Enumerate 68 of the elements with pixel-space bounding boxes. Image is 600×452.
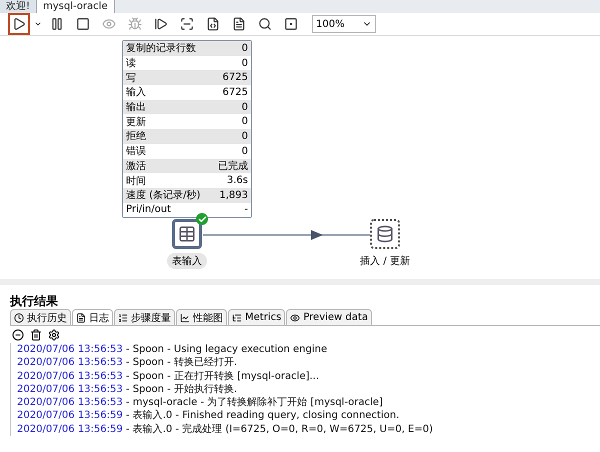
table-icon	[178, 225, 196, 243]
metric-value: 0	[242, 58, 248, 69]
document-icon	[76, 312, 86, 322]
metric-value: 0	[242, 116, 248, 128]
metric-value: 1,893	[219, 190, 248, 201]
step-icon	[154, 17, 168, 31]
caret-icon[interactable]	[34, 20, 42, 28]
metric-label: Pri/in/out	[126, 204, 171, 216]
run-button[interactable]	[8, 13, 30, 35]
play-icon	[12, 17, 26, 31]
results-tab[interactable]: 执行历史	[10, 309, 71, 325]
scan-icon	[180, 17, 194, 31]
metric-value: -	[244, 204, 248, 216]
step-node[interactable]	[172, 219, 202, 249]
editor-tab[interactable]: mysql-oracle	[37, 0, 115, 13]
log-line: 2020/07/06 13:56:53 - Spoon - Using legacy execution engine	[17, 343, 328, 356]
metric-label: 输入	[126, 86, 146, 100]
log-line: 2020/07/06 13:56:53 - Spoon - 开始执行转换.	[17, 382, 238, 396]
results-tab[interactable]: 日志	[72, 309, 113, 325]
pause-icon	[50, 17, 64, 31]
metric-label: 输出	[126, 100, 146, 114]
metric-label: 拒绝	[126, 130, 146, 144]
log-line: 2020/07/06 13:56:53 - Spoon - 转换已经打开.	[17, 356, 238, 370]
document-icon	[232, 17, 246, 31]
metric-label: 时间	[126, 174, 146, 188]
metric-label: 错误	[126, 145, 146, 158]
zoom-select[interactable]: 100%	[312, 15, 376, 33]
metric-value: 3.6s	[226, 175, 248, 186]
results-tab[interactable]: 性能图	[176, 309, 227, 325]
database-icon	[376, 225, 394, 243]
eye-icon	[290, 312, 300, 322]
bug-icon	[128, 17, 142, 31]
metric-value: 0	[242, 130, 248, 142]
metric-label: 速度 (条记录/秒)	[126, 188, 200, 202]
step-label: 表输入	[167, 253, 207, 269]
metric-label: 写	[126, 72, 136, 85]
log-line: 2020/07/06 13:56:59 - 表输入.0 - Finished reading query, closing connection.	[17, 409, 400, 423]
log-line: 2020/07/06 13:56:53 - Spoon - 正在打开转换 [mysql-oracle]...	[17, 370, 320, 383]
log-line: 2020/07/06 13:56:59 - 表输入.0 - 完成处理 (I=6725, O=0, R=0, W=6725, U=0, E=0)	[17, 422, 434, 436]
metric-value: 0	[242, 102, 248, 113]
settings-icon[interactable]	[48, 328, 60, 340]
tree-icon	[232, 312, 242, 322]
editor-tab[interactable]: 欢迎!	[0, 0, 38, 13]
metric-value: 6725	[222, 86, 248, 98]
metric-value: 0	[242, 42, 248, 54]
results-tab[interactable]: 步骤度量	[114, 309, 175, 325]
metric-label: 激活	[126, 160, 146, 173]
stop-icon	[76, 17, 90, 31]
step-label: 插入 / 更新	[359, 254, 411, 269]
metric-value: 已完成	[218, 160, 248, 173]
metric-label: 更新	[126, 116, 146, 129]
search-icon	[258, 17, 272, 31]
metric-value: 0	[242, 146, 248, 157]
results-tab[interactable]: Metrics	[228, 309, 286, 325]
metric-value: 6725	[222, 72, 248, 84]
results-tab[interactable]: Preview data	[286, 309, 372, 325]
eye-icon	[102, 17, 116, 31]
log-line: 2020/07/06 13:56:53 - mysql-oracle - 为了转换解除补丁开始 [mysql-oracle]	[17, 396, 384, 410]
results-title: 执行结果	[10, 293, 59, 309]
metric-label: 读	[126, 56, 136, 70]
clock-icon	[14, 312, 24, 322]
trash-icon[interactable]	[30, 328, 42, 340]
metric-label: 复制的记录行数	[126, 42, 196, 56]
collapse-icon[interactable]	[12, 328, 24, 340]
step-node[interactable]	[370, 219, 400, 249]
list-icon	[118, 312, 128, 322]
chart-icon	[180, 312, 190, 322]
code-file-icon	[206, 17, 220, 31]
